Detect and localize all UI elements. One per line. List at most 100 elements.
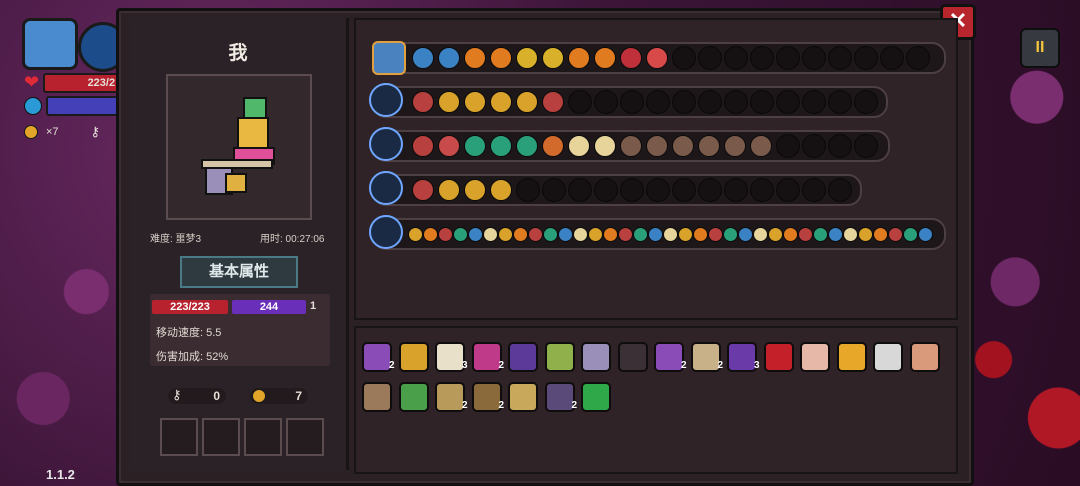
tab-basic-attributes[interactable]: 基本属性 [180,256,298,288]
upgrade-icon[interactable] [464,47,486,69]
passive-item[interactable] [727,342,757,372]
upgrade-icon[interactable] [412,179,434,201]
weapon-icon[interactable] [369,171,403,205]
upgrade-icon[interactable] [516,135,538,157]
upgrade-icon[interactable] [594,47,616,69]
upgrade-icon[interactable] [513,227,528,242]
passive-item[interactable] [617,342,648,372]
upgrade-icon[interactable] [678,227,693,242]
weapon-icon[interactable] [369,83,403,117]
upgrade-icon[interactable] [516,47,538,69]
upgrade-icon[interactable] [708,227,723,242]
upgrade-icon[interactable] [412,135,434,157]
passive-item[interactable] [471,382,502,412]
passive-item[interactable] [471,342,502,372]
upgrade-icon[interactable] [468,227,483,242]
upgrade-icon[interactable] [464,179,486,201]
upgrade-icon[interactable] [453,227,468,242]
upgrade-icon[interactable] [594,135,616,157]
upgrade-icon[interactable] [542,135,564,157]
upgrade-icon[interactable] [903,227,918,242]
upgrade-icon[interactable] [750,135,772,157]
upgrade-icon[interactable] [438,179,460,201]
upgrade-icon[interactable] [516,91,538,113]
upgrade-icon[interactable] [490,47,512,69]
passive-item[interactable] [581,342,611,372]
passive-item[interactable] [581,382,611,412]
upgrade-icon[interactable] [498,227,513,242]
upgrade-icon[interactable] [858,227,873,242]
pause-button[interactable]: II [1020,28,1060,68]
upgrade-icon[interactable] [412,47,434,69]
upgrade-icon[interactable] [783,227,798,242]
upgrade-icon[interactable] [528,227,543,242]
upgrade-icon[interactable] [646,135,668,157]
passive-item[interactable] [362,342,392,372]
upgrade-icon[interactable] [693,227,708,242]
upgrade-icon[interactable] [438,135,460,157]
upgrade-icon[interactable] [698,135,720,157]
upgrade-icon[interactable] [490,179,512,201]
upgrade-icon[interactable] [542,91,564,113]
upgrade-icon[interactable] [738,227,753,242]
upgrade-icon[interactable] [558,227,573,242]
weapon-icon[interactable] [369,127,403,161]
upgrade-icon[interactable] [648,227,663,242]
upgrade-icon[interactable] [672,135,694,157]
upgrade-icon[interactable] [843,227,858,242]
passive-item[interactable] [508,382,538,412]
upgrade-icon[interactable] [438,227,453,242]
weapon-icon[interactable] [369,215,403,249]
passive-item[interactable] [800,342,830,372]
upgrade-icon[interactable] [573,227,588,242]
upgrade-icon[interactable] [723,227,738,242]
upgrade-icon[interactable] [813,227,828,242]
upgrade-icon[interactable] [543,227,558,242]
upgrade-icon[interactable] [542,47,564,69]
upgrade-icon[interactable] [423,227,438,242]
upgrade-icon[interactable] [568,47,590,69]
passive-item[interactable] [508,342,538,372]
passive-item[interactable] [362,382,392,412]
upgrade-icon[interactable] [724,135,746,157]
upgrade-icon[interactable] [753,227,768,242]
upgrade-icon[interactable] [768,227,783,242]
upgrade-icon[interactable] [663,227,678,242]
upgrade-icon[interactable] [873,227,888,242]
upgrade-icon[interactable] [828,227,843,242]
upgrade-icon[interactable] [464,135,486,157]
passive-item[interactable] [654,342,684,372]
passive-item[interactable] [836,342,867,372]
passive-item[interactable] [909,342,940,372]
passive-item[interactable] [690,342,721,372]
upgrade-icon[interactable] [888,227,903,242]
upgrade-icon[interactable] [620,135,642,157]
chest-icon[interactable] [372,41,406,75]
passive-item[interactable] [873,342,903,372]
upgrade-icon[interactable] [633,227,648,242]
accessory-slot[interactable] [202,418,240,456]
passive-item[interactable] [398,342,429,372]
upgrade-icon[interactable] [588,227,603,242]
upgrade-icon[interactable] [483,227,498,242]
passive-item[interactable] [398,382,429,412]
passive-item[interactable] [435,382,465,412]
passive-item[interactable] [763,342,794,372]
upgrade-icon[interactable] [618,227,633,242]
upgrade-icon[interactable] [412,91,434,113]
upgrade-icon[interactable] [490,91,512,113]
accessory-slot[interactable] [286,418,324,456]
upgrade-icon[interactable] [438,91,460,113]
passive-item[interactable] [435,342,465,372]
upgrade-icon[interactable] [603,227,618,242]
upgrade-icon[interactable] [408,227,423,242]
accessory-slot[interactable] [244,418,282,456]
upgrade-icon[interactable] [646,47,668,69]
chest-icon[interactable] [22,18,78,70]
accessory-slot[interactable] [160,418,198,456]
passive-item[interactable] [544,382,575,412]
upgrade-icon[interactable] [798,227,813,242]
upgrade-icon[interactable] [918,227,933,242]
upgrade-icon[interactable] [438,47,460,69]
upgrade-icon[interactable] [620,47,642,69]
